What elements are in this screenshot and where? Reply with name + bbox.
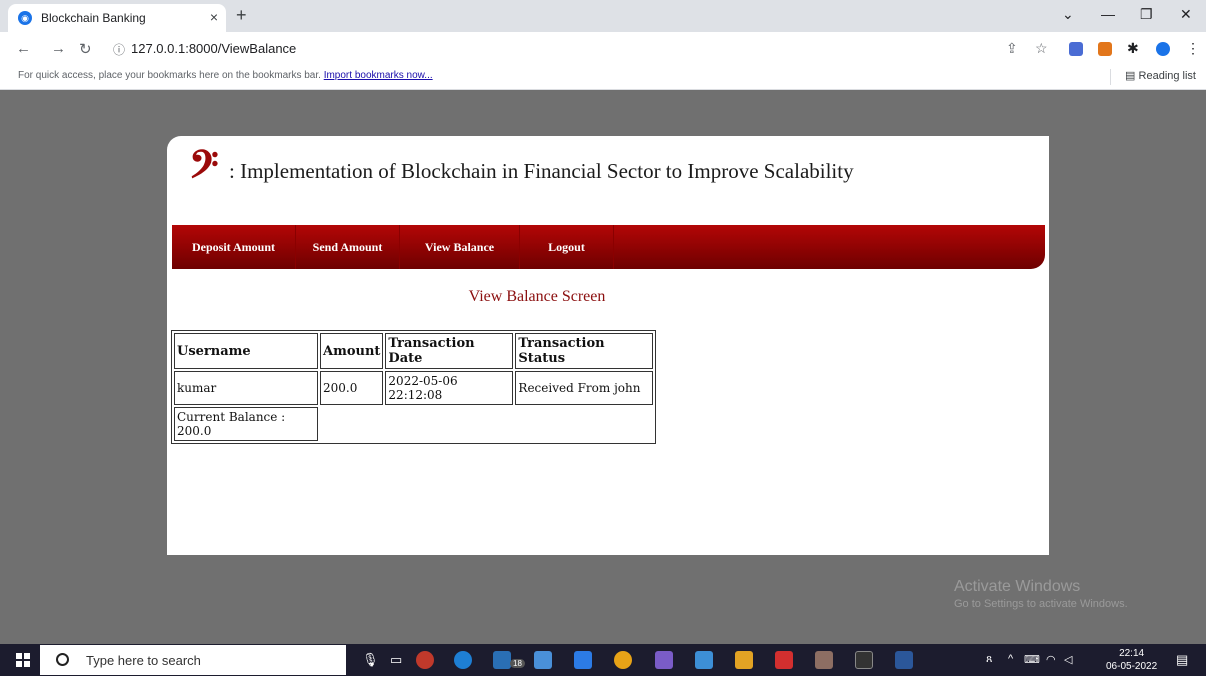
main-panel: 𝄢 : Implementation of Blockchain in Fina… (167, 136, 1049, 555)
menu-deposit-amount[interactable]: Deposit Amount (172, 225, 296, 269)
bookmarks-hint: For quick access, place your bookmarks h… (18, 70, 433, 81)
app-icon-11[interactable] (815, 651, 833, 669)
minimize-icon[interactable]: — (1101, 6, 1115, 22)
file-explorer-icon[interactable] (735, 651, 753, 669)
extension-ab-icon[interactable] (1069, 42, 1083, 56)
current-balance-cell: Current Balance : 200.0 (174, 407, 318, 441)
page-viewport: 𝄢 : Implementation of Blockchain in Fina… (0, 91, 1206, 644)
app-icon-7[interactable] (655, 651, 673, 669)
store-icon[interactable] (574, 651, 592, 669)
app-icon-3[interactable] (493, 651, 511, 669)
screen-title: View Balance Screen (468, 288, 606, 305)
reading-list-button[interactable]: ▤ Reading list (1125, 69, 1196, 82)
menu-view-balance[interactable]: View Balance (400, 225, 520, 269)
header-username: Username (174, 333, 318, 369)
menu-logout[interactable]: Logout (520, 225, 614, 269)
balance-row: Current Balance : 200.0 (174, 407, 653, 441)
windows-start-icon[interactable] (16, 653, 30, 667)
taskbar-search-box[interactable]: Type here to search (40, 645, 346, 675)
tray-chevron-icon[interactable]: ^ (1008, 653, 1013, 665)
word-icon[interactable] (895, 651, 913, 669)
site-favicon-icon: ◉ (18, 11, 32, 25)
terminal-icon[interactable] (855, 651, 873, 669)
restore-icon[interactable]: ❐ (1140, 6, 1153, 23)
header-amount: Amount (320, 333, 384, 369)
bookmarks-hint-text: For quick access, place your bookmarks h… (18, 70, 321, 81)
cell-transaction-status: Received From john (515, 371, 653, 405)
activate-windows-subtitle: Go to Settings to activate Windows. (954, 598, 1128, 610)
metamask-icon[interactable] (1098, 42, 1112, 56)
app-icon-8[interactable] (695, 651, 713, 669)
menu-send-amount[interactable]: Send Amount (296, 225, 400, 269)
close-window-icon[interactable]: ✕ (1180, 6, 1192, 23)
cell-username: kumar (174, 371, 318, 405)
wifi-icon[interactable]: ◠ (1046, 653, 1056, 666)
cell-amount: 200.0 (320, 371, 384, 405)
edge-icon[interactable] (454, 651, 472, 669)
new-tab-button[interactable]: + (236, 5, 247, 26)
notification-icon[interactable]: ▤ (1176, 652, 1188, 668)
chrome-icon[interactable] (614, 651, 632, 669)
header-transaction-status: Transaction Status (515, 333, 653, 369)
app-icon-4[interactable] (534, 651, 552, 669)
share-icon[interactable]: ⇪ (1006, 40, 1018, 57)
shield-extension-icon[interactable] (1156, 42, 1170, 56)
site-info-icon[interactable]: ⓘ (113, 41, 125, 58)
nav-menu: Deposit Amount Send Amount View Balance … (172, 225, 1045, 269)
bass-clef-logo-icon: 𝄢 (189, 142, 219, 196)
tab-search-icon[interactable]: ⌄ (1062, 6, 1074, 23)
reading-list-label: Reading list (1138, 70, 1196, 82)
forward-icon[interactable]: → (51, 40, 66, 57)
table-header-row: Username Amount Transaction Date Transac… (174, 333, 653, 369)
taskbar-clock[interactable]: 22:14 06-05-2022 (1106, 647, 1157, 673)
header-transaction-date: Transaction Date (385, 333, 514, 369)
volume-icon[interactable]: ◁ (1064, 653, 1072, 666)
bookmarks-bar: For quick access, place your bookmarks h… (0, 64, 1206, 90)
clock-time: 22:14 (1119, 648, 1145, 659)
reload-icon[interactable]: ↻ (79, 40, 92, 58)
table-row: kumar 200.0 2022-05-06 22:12:08 Received… (174, 371, 653, 405)
extensions-puzzle-icon[interactable]: ✱ (1127, 40, 1139, 57)
url-field[interactable]: 127.0.0.1:8000/ViewBalance (131, 41, 296, 56)
balance-table: Username Amount Transaction Date Transac… (171, 330, 656, 444)
reading-list-icon: ▤ (1125, 70, 1136, 82)
tab-title: Blockchain Banking (41, 11, 146, 25)
tab-close-icon[interactable]: × (210, 9, 218, 25)
import-bookmarks-link[interactable]: Import bookmarks now... (324, 70, 433, 81)
pdf-reader-icon[interactable] (775, 651, 793, 669)
browser-tab-bar: ◉ Blockchain Banking × + ⌄ — ❐ ✕ (0, 0, 1206, 32)
activate-windows-title: Activate Windows (954, 578, 1081, 595)
bookmark-star-icon[interactable]: ☆ (1035, 40, 1048, 57)
windows-taskbar: Type here to search 🎙 ▭ 18 ጸ ^ ⌨ ◠ ◁ 22:… (0, 644, 1206, 676)
site-title: : Implementation of Blockchain in Financ… (229, 159, 854, 183)
empty-cell (320, 407, 653, 441)
menu-kebab-icon[interactable]: ⋮ (1186, 40, 1200, 57)
cell-transaction-date: 2022-05-06 22:12:08 (385, 371, 514, 405)
clock-date: 06-05-2022 (1106, 661, 1158, 672)
microphone-icon[interactable]: 🎙 (362, 652, 379, 668)
people-icon[interactable]: ጸ (986, 653, 992, 666)
app-badge: 18 (510, 659, 525, 668)
keyboard-icon[interactable]: ⌨ (1024, 653, 1040, 666)
browser-tab[interactable]: ◉ Blockchain Banking × (8, 4, 226, 32)
app-icon-1[interactable] (416, 651, 434, 669)
bookmarks-divider (1110, 69, 1111, 85)
cortana-icon (56, 653, 69, 666)
address-bar: ← → ↻ ⓘ 127.0.0.1:8000/ViewBalance ⇪ ☆ ✱… (0, 32, 1206, 64)
task-view-icon[interactable]: ▭ (390, 652, 402, 668)
back-icon[interactable]: ← (16, 40, 31, 57)
taskbar-search-placeholder: Type here to search (86, 653, 201, 668)
